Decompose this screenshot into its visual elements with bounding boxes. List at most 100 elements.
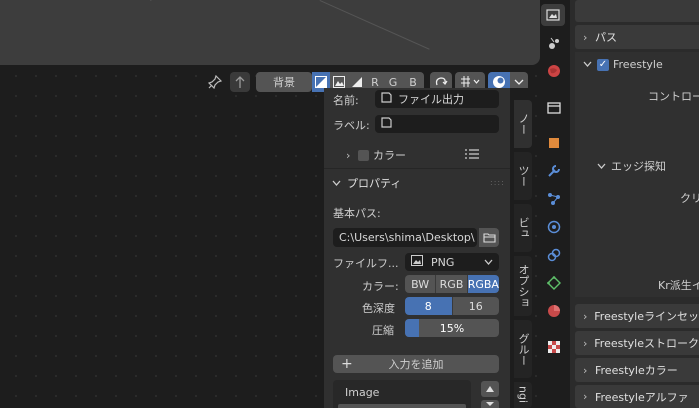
backdrop-button[interactable]: 背景 — [256, 72, 312, 92]
channel-b-label: B — [409, 75, 417, 89]
tab-extra-label: ngi — [516, 386, 530, 404]
file-format-value: PNG — [431, 255, 455, 269]
file-format-dropdown[interactable]: PNG — [405, 253, 499, 271]
freestyle-color-panel[interactable]: › Freestyleカラー — [575, 358, 699, 382]
tab-node[interactable]: ノー — [514, 100, 532, 148]
scene-icon[interactable] — [545, 34, 563, 52]
tab-view-label: ビュ — [517, 217, 530, 239]
color-depth-label: 色深度 — [362, 302, 395, 315]
compression-label: 圧縮 — [372, 324, 394, 337]
world-icon[interactable] — [545, 62, 563, 80]
color-mode-label: カラー: — [362, 280, 399, 293]
pass-panel-header[interactable]: › パス — [575, 25, 699, 49]
material-icon[interactable] — [545, 302, 563, 320]
compression-slider[interactable]: 15% — [405, 319, 499, 337]
parent-node-tree-button[interactable] — [230, 72, 250, 92]
color-section-header[interactable]: › カラー — [346, 147, 406, 163]
tab-options[interactable]: オプショ — [514, 256, 532, 316]
color-depth-selector[interactable]: 8 16 — [405, 297, 499, 315]
chevron-right-icon: › — [583, 363, 588, 377]
chevron-down-icon — [332, 177, 341, 190]
pin-icon[interactable] — [205, 72, 225, 92]
freestyle-label: Freestyle — [613, 58, 663, 71]
move-down-button[interactable] — [481, 400, 499, 408]
color-mode-rgba[interactable]: RGBA — [467, 275, 499, 293]
tab-node-label: ノー — [517, 113, 530, 135]
edge-detect-header[interactable]: エッジ探知 — [597, 158, 666, 174]
color-depth-8[interactable]: 8 — [405, 297, 453, 315]
file-format-label: ファイルフ... — [333, 257, 399, 270]
properties-section-header[interactable]: プロパティ — [332, 175, 401, 191]
panel-label: Freestyleラインセッ — [594, 310, 699, 323]
list-item[interactable]: Image — [345, 386, 379, 399]
tab-tool[interactable]: ツー — [514, 152, 532, 200]
wire-line — [150, 0, 204, 1]
divider — [324, 168, 510, 169]
chevron-right-icon: › — [583, 30, 588, 44]
base-path-value: C:\Users\shima\Desktop\ — [339, 231, 475, 244]
folder-browse-icon[interactable] — [479, 228, 499, 247]
color-depth-16[interactable]: 16 — [452, 297, 499, 315]
view-layer-icon[interactable] — [541, 4, 565, 26]
pass-label: パス — [595, 31, 617, 44]
channel-g-label: G — [388, 75, 398, 89]
color-checkbox[interactable] — [358, 149, 369, 161]
chevron-down-icon — [583, 58, 592, 71]
chevron-right-icon: › — [346, 148, 351, 162]
color-mode-bw[interactable]: BW — [405, 275, 437, 293]
add-input-label: 入力を追加 — [388, 358, 444, 371]
freestyle-lineset-panel[interactable]: › Freestyleラインセッ — [575, 304, 699, 328]
node-icon — [381, 117, 392, 131]
name-label: 名前: — [333, 94, 359, 107]
viewport-area[interactable] — [0, 0, 540, 65]
physics-icon[interactable] — [545, 218, 563, 236]
crease-label: クリ — [680, 192, 699, 205]
particles-icon[interactable] — [545, 190, 563, 208]
color-mode-rgb[interactable]: RGB — [436, 275, 468, 293]
color-mode-selector[interactable]: BW RGB RGBA — [405, 275, 499, 293]
list-menu-icon[interactable] — [465, 148, 479, 163]
compression-value: 15% — [439, 321, 465, 335]
constraints-icon[interactable] — [545, 246, 563, 264]
name-value: ファイル出力 — [398, 93, 464, 106]
edge-detect-label: エッジ探知 — [611, 160, 666, 173]
list-scrollbar[interactable] — [338, 404, 466, 408]
channel-r-label: R — [371, 75, 379, 89]
object-icon[interactable] — [545, 134, 563, 152]
chevron-right-icon: › — [583, 336, 588, 350]
freestyle-header[interactable]: ✓ Freestyle — [583, 58, 663, 71]
collection-icon[interactable] — [545, 99, 563, 117]
panel-label: Freestyleアルファ — [595, 390, 689, 404]
object-data-icon[interactable] — [545, 274, 563, 292]
properties-top-panel — [575, 0, 699, 22]
name-field[interactable]: ファイル出力 — [375, 90, 499, 108]
backdrop-label: 背景 — [273, 76, 295, 89]
label-field[interactable] — [375, 115, 499, 133]
texture-icon[interactable] — [545, 338, 563, 356]
kr-label: Kr派生イ — [658, 279, 699, 292]
tab-extra[interactable]: ngi — [514, 382, 532, 408]
tab-view[interactable]: ビュ — [514, 204, 532, 252]
color-section-label: カラー — [373, 149, 406, 162]
panel-label: Freestyleカラー — [595, 364, 678, 377]
input-list[interactable]: Image — [333, 380, 471, 408]
modifier-wrench-icon[interactable] — [545, 162, 563, 180]
node-icon — [381, 92, 392, 106]
tab-options-label: オプショ — [517, 264, 530, 308]
control-label: コントロー — [648, 90, 699, 103]
base-path-label: 基本パス: — [333, 207, 381, 220]
tab-group-label: グルー — [517, 332, 530, 366]
image-icon — [411, 255, 423, 269]
chevron-right-icon: › — [583, 309, 588, 323]
properties-section-label: プロパティ — [347, 177, 402, 190]
tab-group[interactable]: グルー — [514, 320, 532, 378]
add-input-button[interactable]: + 入力を追加 — [333, 355, 499, 373]
chevron-right-icon: › — [583, 390, 588, 403]
freestyle-stroke-panel[interactable]: › Freestyleストローク — [575, 331, 699, 355]
base-path-field[interactable]: C:\Users\shima\Desktop\ — [333, 228, 477, 247]
wire-line — [319, 0, 430, 50]
freestyle-alpha-panel[interactable]: › Freestyleアルファ — [575, 385, 699, 408]
move-up-button[interactable] — [481, 381, 499, 397]
drag-handle-icon[interactable]: :::: — [490, 178, 505, 187]
freestyle-checkbox[interactable]: ✓ — [597, 58, 609, 71]
